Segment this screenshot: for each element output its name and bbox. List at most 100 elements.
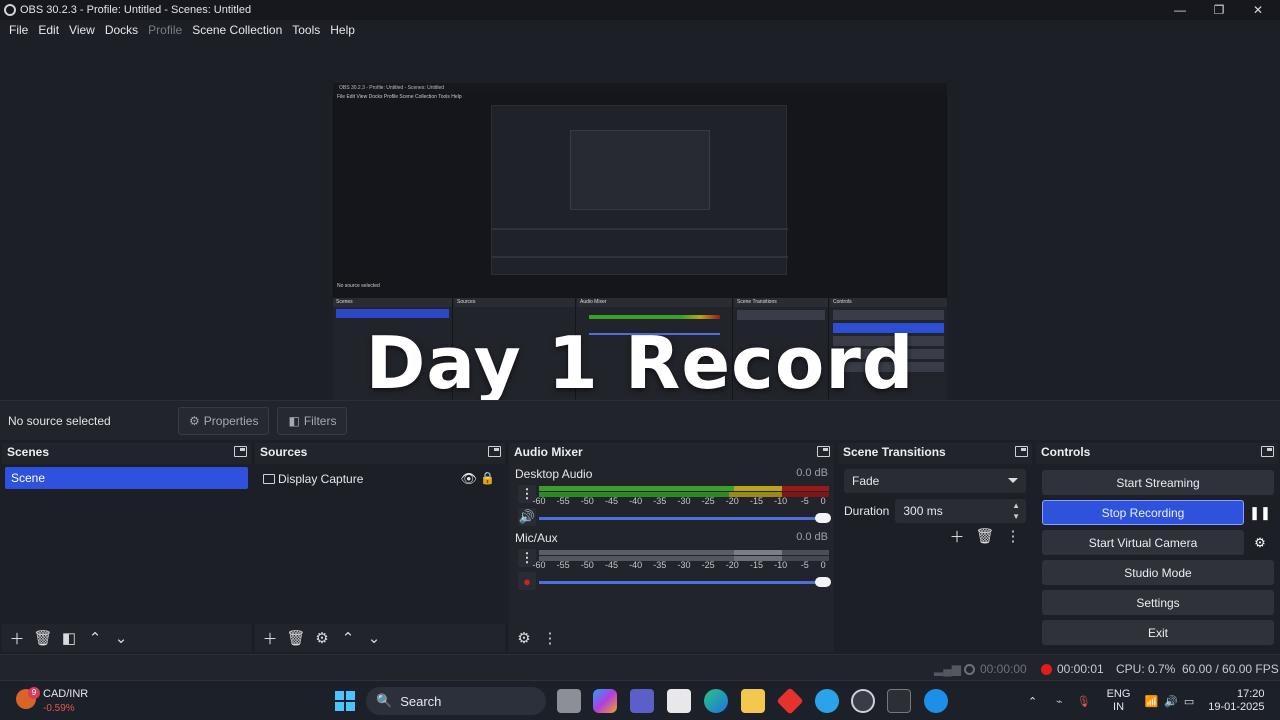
scene-transitions-dock: Scene Transitions Fade Duration 300 ms ▲… [838, 443, 1032, 652]
mixer-track-mic: Mic/Aux 0.0 dB ⋮ -60 -55 -50 -45 -40 -35… [509, 528, 834, 592]
record-icon [1041, 663, 1052, 675]
ticker-change: -0.59% [43, 703, 75, 714]
title-bar: OBS 30.2.3 - Profile: Untitled - Scenes:… [0, 0, 1280, 20]
add-source-icon[interactable]: ＋ [259, 627, 281, 649]
clock[interactable]: 17:20 19-01-2025 [1208, 688, 1264, 714]
start-streaming-button[interactable]: Start Streaming [1042, 470, 1274, 495]
move-up-icon[interactable]: ⌃ [84, 627, 106, 649]
more-options-icon[interactable]: ⋮ [1002, 525, 1024, 547]
pause-icon[interactable]: ❚❚ [1248, 500, 1272, 525]
obs-taskbar-icon[interactable] [851, 689, 875, 713]
network-off-icon[interactable]: ⌁ [1056, 695, 1063, 708]
chevron-up-icon[interactable]: ⌃ [1028, 695, 1042, 708]
battery-icon[interactable]: ▭ [1184, 695, 1194, 708]
muted-mic-icon[interactable]: ● [518, 572, 536, 590]
move-down-icon[interactable]: ⌄ [110, 627, 132, 649]
no-source-label: No source selected [8, 413, 111, 428]
slider-knob[interactable] [815, 577, 831, 587]
exit-button[interactable]: Exit [1042, 620, 1274, 645]
undock-icon[interactable] [488, 446, 501, 457]
stop-recording-button[interactable]: Stop Recording [1042, 500, 1244, 525]
nested-preview [491, 105, 788, 275]
add-transition-icon[interactable]: ＋ [946, 525, 968, 547]
chrome-icon[interactable] [815, 689, 839, 713]
slider-knob[interactable] [815, 513, 831, 523]
chevron-up-icon[interactable]: ▲ [1012, 501, 1020, 510]
gear-icon[interactable]: ⚙ [311, 627, 333, 649]
source-item[interactable]: Display Capture 👁 🔒 [259, 468, 501, 490]
file-explorer-icon[interactable] [741, 689, 765, 713]
trash-icon[interactable]: 🗑 [285, 627, 307, 649]
undock-icon[interactable] [817, 446, 830, 457]
volume-icon[interactable]: 🔊 [1164, 695, 1178, 708]
menu-edit[interactable]: Edit [33, 23, 64, 37]
language-indicator[interactable]: ENG IN [1107, 688, 1131, 714]
menu-help[interactable]: Help [325, 23, 360, 37]
properties-button[interactable]: ⚙ Properties [178, 406, 270, 435]
gear-icon[interactable]: ⚙ [513, 627, 535, 649]
menu-view[interactable]: View [64, 23, 100, 37]
menu-tools[interactable]: Tools [287, 23, 325, 37]
ticker-title: CAD/INR [43, 688, 89, 700]
chevron-down-icon[interactable]: ▼ [1012, 512, 1020, 521]
close-icon[interactable]: ✕ [1238, 0, 1278, 20]
edge-icon[interactable] [704, 689, 728, 713]
gear-icon: ⚙ [189, 413, 200, 428]
track-db: 0.0 dB [796, 531, 828, 543]
terminal-icon[interactable] [887, 689, 911, 713]
restore-icon[interactable]: ❐ [1199, 0, 1239, 20]
anydesk-icon[interactable] [776, 687, 804, 715]
volume-slider[interactable] [539, 577, 831, 587]
scene-item[interactable]: Scene [5, 467, 248, 489]
audio-mixer-title: Audio Mixer [514, 445, 583, 459]
duration-label: Duration [844, 504, 890, 518]
lock-icon[interactable]: 🔒 [480, 471, 495, 485]
settings-button[interactable]: Settings [1042, 590, 1274, 615]
trash-icon[interactable]: 🗑 [32, 627, 54, 649]
filters-button[interactable]: ◧ Filters [277, 406, 348, 435]
duration-input[interactable]: 300 ms ▲ ▼ [895, 499, 1026, 523]
transition-select[interactable]: Fade [844, 469, 1026, 493]
menu-profile[interactable]: Profile [143, 23, 187, 37]
windows-start-icon[interactable] [333, 689, 357, 713]
more-options-icon[interactable]: ⋮ [539, 627, 561, 649]
task-view-icon[interactable] [557, 689, 581, 713]
move-down-icon[interactable]: ⌄ [363, 627, 385, 649]
gear-icon[interactable]: ⚙ [1248, 530, 1272, 555]
start-virtual-camera-button[interactable]: Start Virtual Camera [1042, 530, 1244, 555]
filter-icon[interactable]: ◧ [58, 627, 80, 649]
undock-icon[interactable] [1015, 446, 1028, 457]
nested-deep-preview [570, 130, 710, 210]
menu-file[interactable]: File [4, 23, 33, 37]
menu-bar: File Edit View Docks Profile Scene Colle… [0, 20, 1280, 39]
minimize-icon[interactable]: — [1160, 0, 1200, 20]
microphone-icon[interactable]: 🎙 [1077, 695, 1091, 708]
taskbar-search[interactable]: 🔍 Search [366, 687, 546, 715]
store-icon[interactable] [667, 689, 691, 713]
speaker-icon[interactable]: 🔊 [518, 508, 536, 526]
studio-mode-button[interactable]: Studio Mode [1042, 560, 1274, 585]
menu-scene-collection[interactable]: Scene Collection [187, 23, 287, 37]
track-db: 0.0 dB [796, 467, 828, 479]
copilot-icon[interactable] [593, 689, 617, 713]
eye-icon[interactable]: 👁 [460, 471, 477, 487]
undock-icon[interactable] [1261, 446, 1274, 457]
wifi-icon[interactable]: 📶 [1144, 695, 1158, 708]
mixer-track-desktop: Desktop Audio 0.0 dB ⋮ -60 -55 -50 -45 -… [509, 464, 834, 528]
docker-icon[interactable] [924, 689, 948, 713]
source-toolbar: No source selected ⚙ Properties ◧ Filter… [0, 400, 1280, 440]
status-bar: ▂▄▆ 00:00:00 00:00:01 CPU: 0.7% 60.00 / … [0, 654, 1280, 680]
monitor-icon [263, 474, 275, 484]
window-title: OBS 30.2.3 - Profile: Untitled - Scenes:… [20, 4, 252, 16]
undock-icon[interactable] [234, 446, 247, 457]
stream-status: 00:00:00 [964, 662, 1027, 676]
fps-readout: 60.00 / 60.00 FPS [1182, 662, 1279, 676]
move-up-icon[interactable]: ⌃ [337, 627, 359, 649]
record-status: 00:00:01 [1041, 662, 1104, 676]
teams-icon[interactable] [630, 689, 654, 713]
menu-docks[interactable]: Docks [100, 23, 143, 37]
trash-icon[interactable]: 🗑 [974, 525, 996, 547]
add-scene-icon[interactable]: ＋ [6, 627, 28, 649]
volume-slider[interactable] [539, 513, 831, 523]
preview-canvas[interactable]: OBS 30.2.3 - Profile: Untitled - Scenes:… [333, 83, 947, 430]
